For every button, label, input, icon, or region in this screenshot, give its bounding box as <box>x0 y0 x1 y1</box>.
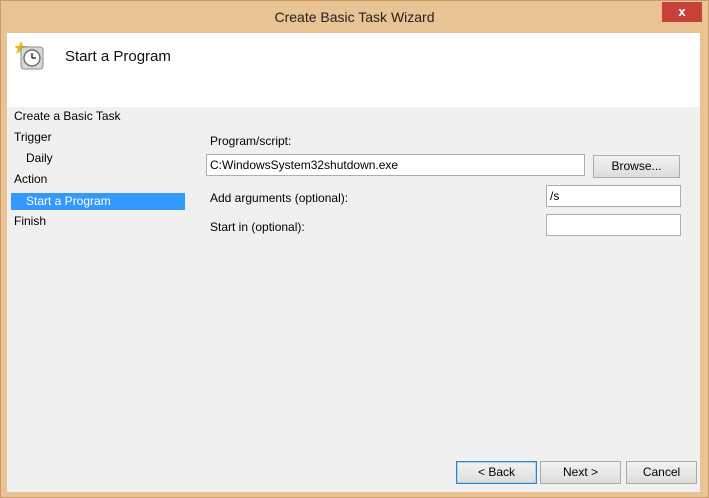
add-arguments-input[interactable]: /s <box>546 185 681 207</box>
browse-button[interactable]: Browse... <box>593 155 680 178</box>
cancel-button[interactable]: Cancel <box>626 461 697 484</box>
nav-step-trigger[interactable]: Trigger <box>14 129 52 146</box>
nav-step-finish[interactable]: Finish <box>14 213 46 230</box>
window-title: Create Basic Task Wizard <box>274 9 435 25</box>
wizard-window: Create Basic Task Wizard x Start a Progr… <box>0 0 709 498</box>
nav-step-create-basic-task[interactable]: Create a Basic Task <box>14 108 121 125</box>
nav-step-daily[interactable]: Daily <box>26 150 53 167</box>
add-arguments-label: Add arguments (optional): <box>210 191 349 205</box>
start-in-label: Start in (optional): <box>210 220 305 234</box>
back-button[interactable]: < Back <box>456 461 537 484</box>
close-button[interactable]: x <box>662 2 702 22</box>
program-script-input[interactable]: C:WindowsSystem32shutdown.exe <box>206 154 585 176</box>
close-icon: x <box>678 4 686 19</box>
nav-step-action[interactable]: Action <box>14 171 47 188</box>
next-button[interactable]: Next > <box>540 461 621 484</box>
wizard-header: Start a Program <box>7 33 700 107</box>
start-in-input[interactable] <box>546 214 681 236</box>
page-title: Start a Program <box>65 48 171 65</box>
wizard-steps-nav: Create a Basic Task Trigger Daily Action… <box>7 107 191 230</box>
title-bar[interactable]: Create Basic Task Wizard x <box>1 1 708 33</box>
program-script-label: Program/script: <box>210 134 292 148</box>
task-clock-icon <box>14 41 45 71</box>
wizard-content: Create a Basic Task Trigger Daily Action… <box>7 107 700 492</box>
nav-step-start-a-program[interactable]: Start a Program <box>11 193 185 210</box>
